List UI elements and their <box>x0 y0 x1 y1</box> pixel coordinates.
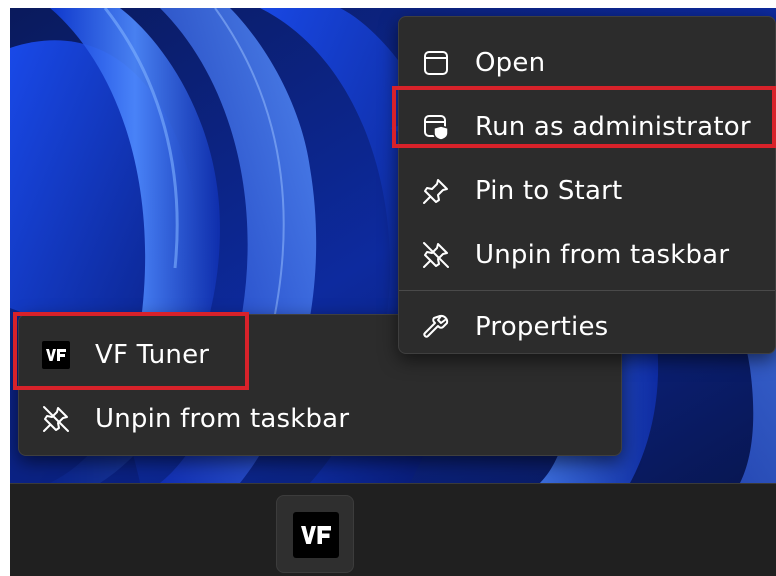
menu-item-pin-to-start[interactable]: Pin to Start <box>407 165 767 217</box>
taskbar-app-button-vf-tuner[interactable] <box>276 495 354 573</box>
screenshot-frame: VF Tuner Unpin from taskbar Open Run as … <box>10 8 776 576</box>
jump-list-item-label: Unpin from taskbar <box>95 404 350 434</box>
unpin-icon <box>419 238 453 272</box>
menu-item-label: Properties <box>475 312 609 342</box>
highlight-box-vf-tuner <box>13 312 249 390</box>
app-context-menu: Open Run as administrator Pin to Start U… <box>398 16 776 354</box>
menu-item-unpin-from-taskbar[interactable]: Unpin from taskbar <box>407 229 767 281</box>
menu-separator <box>399 290 775 291</box>
highlight-box-run-as-administrator <box>392 86 776 148</box>
unpin-icon <box>39 402 73 436</box>
menu-item-open[interactable]: Open <box>407 37 767 89</box>
vf-tuner-logo-icon <box>293 512 339 558</box>
window-icon <box>419 46 453 80</box>
pin-icon <box>419 174 453 208</box>
menu-item-label: Open <box>475 48 546 78</box>
wrench-icon <box>419 310 453 344</box>
menu-item-label: Pin to Start <box>475 176 623 206</box>
jump-list-item-unpin-from-taskbar[interactable]: Unpin from taskbar <box>27 393 615 445</box>
taskbar <box>10 483 776 576</box>
menu-item-label: Unpin from taskbar <box>475 240 730 270</box>
menu-item-properties[interactable]: Properties <box>407 301 767 353</box>
